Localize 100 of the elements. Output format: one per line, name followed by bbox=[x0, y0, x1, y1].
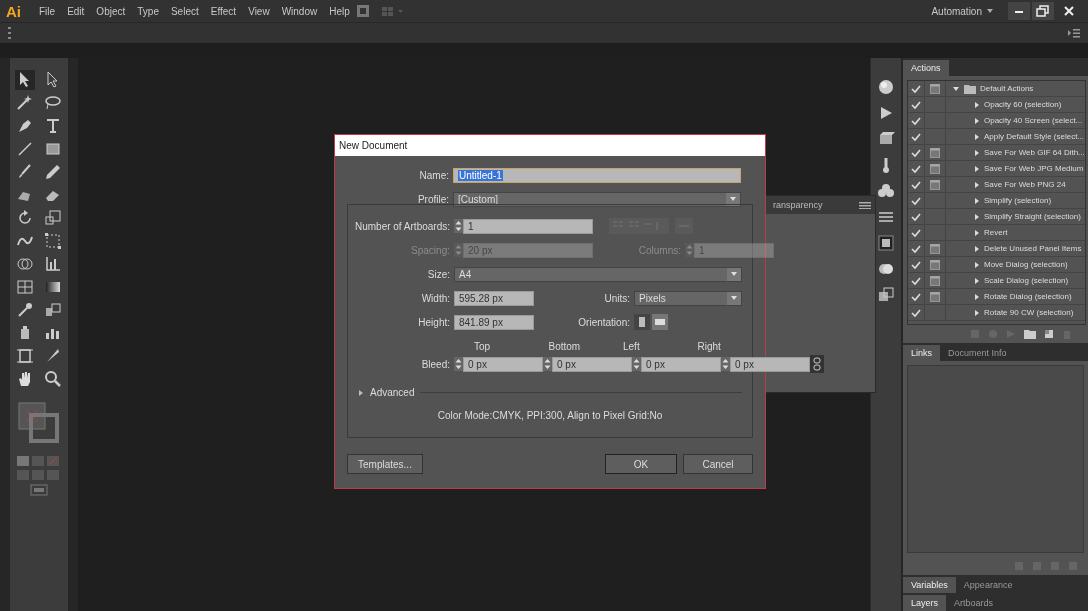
action-row[interactable]: Default Actions bbox=[908, 81, 1085, 97]
check-icon[interactable] bbox=[911, 147, 921, 158]
dialog-icon[interactable] bbox=[930, 291, 940, 302]
action-row[interactable]: Apply Default Style (select... bbox=[908, 129, 1085, 145]
zoom-icon[interactable] bbox=[43, 369, 63, 389]
check-icon[interactable] bbox=[911, 307, 921, 318]
check-icon[interactable] bbox=[911, 259, 921, 270]
club-icon[interactable] bbox=[877, 182, 895, 200]
check-icon[interactable] bbox=[911, 99, 921, 110]
minimize-button[interactable] bbox=[1008, 2, 1030, 20]
panel-tab[interactable]: Actions bbox=[903, 60, 949, 76]
check-icon[interactable] bbox=[911, 291, 921, 302]
menu-item[interactable]: Select bbox=[164, 5, 205, 17]
chain-link-icon[interactable] bbox=[810, 355, 824, 373]
sphere-icon[interactable] bbox=[877, 78, 895, 96]
artboards-field[interactable]: 1 bbox=[463, 218, 593, 234]
check-icon[interactable] bbox=[911, 243, 921, 254]
bleed-field[interactable]: 0 px bbox=[552, 356, 632, 372]
spinner-arrows-icon[interactable] bbox=[454, 219, 463, 233]
panel-menu-icon[interactable] bbox=[859, 201, 871, 209]
action-row[interactable]: Revert bbox=[908, 225, 1085, 241]
menu-item[interactable]: File bbox=[33, 5, 62, 17]
check-icon[interactable] bbox=[911, 83, 921, 94]
bleed-field[interactable]: 0 px bbox=[730, 356, 810, 372]
cancel-button[interactable]: Cancel bbox=[683, 454, 753, 474]
menu-item[interactable]: Effect bbox=[204, 5, 243, 17]
templates-button[interactable]: Templates... bbox=[347, 454, 423, 474]
action-row[interactable]: Save For Web PNG 24 bbox=[908, 177, 1085, 193]
bleed-field[interactable]: 0 px bbox=[641, 356, 721, 372]
disclosure-triangle-icon[interactable] bbox=[952, 84, 960, 93]
action-row[interactable]: Opacity 40 Screen (select... bbox=[908, 113, 1085, 129]
action-row[interactable]: Delete Unused Panel Items bbox=[908, 241, 1085, 257]
check-icon[interactable] bbox=[911, 163, 921, 174]
check-icon[interactable] bbox=[911, 179, 921, 190]
check-icon[interactable] bbox=[911, 195, 921, 206]
dialog-icon[interactable] bbox=[930, 243, 940, 254]
action-row[interactable]: Move Dialog (selection) bbox=[908, 257, 1085, 273]
menu-item[interactable]: Window bbox=[275, 5, 324, 17]
layered-squares-icon[interactable] bbox=[877, 286, 895, 304]
mesh-icon[interactable] bbox=[15, 277, 35, 297]
dialog-icon[interactable] bbox=[930, 163, 940, 174]
pencil-icon[interactable] bbox=[43, 162, 63, 182]
panel-tab[interactable]: Appearance bbox=[955, 577, 1021, 593]
menu-item[interactable]: Object bbox=[90, 5, 132, 17]
check-icon[interactable] bbox=[911, 211, 921, 222]
panel-tab[interactable]: Artboards bbox=[946, 595, 1002, 611]
free-transform-icon[interactable] bbox=[43, 231, 63, 251]
action-row[interactable]: Rotate 90 CW (selection) bbox=[908, 305, 1085, 321]
menu-item[interactable]: Help bbox=[323, 5, 356, 17]
scale-icon[interactable] bbox=[43, 208, 63, 228]
restore-button[interactable] bbox=[1032, 2, 1054, 20]
height-field[interactable]: 841.89 px bbox=[454, 314, 534, 330]
panel-menu-icon[interactable] bbox=[1068, 28, 1080, 38]
panel-tab[interactable]: Variables bbox=[903, 577, 956, 593]
panel-tab[interactable]: Document Info bbox=[940, 345, 1015, 361]
action-row[interactable]: Rotate Dialog (selection) bbox=[908, 289, 1085, 305]
artboard-icon[interactable] bbox=[15, 346, 35, 366]
action-row[interactable]: Save For Web GIF 64 Dith... bbox=[908, 145, 1085, 161]
disclosure-triangle-icon[interactable] bbox=[358, 388, 364, 397]
action-row[interactable]: Scale Dialog (selection) bbox=[908, 273, 1085, 289]
grip-icon[interactable] bbox=[8, 27, 12, 39]
advanced-toggle[interactable]: Advanced bbox=[370, 387, 415, 398]
profile-dropdown[interactable]: [Custom] bbox=[453, 191, 741, 207]
action-row[interactable]: Simplify Straight (selection) bbox=[908, 209, 1085, 225]
new-set-folder-icon[interactable] bbox=[1024, 329, 1036, 339]
check-icon[interactable] bbox=[911, 131, 921, 142]
portrait-orientation-button[interactable] bbox=[634, 314, 650, 330]
color-mode-icon[interactable] bbox=[16, 455, 62, 467]
workspace-switcher[interactable]: Automation bbox=[931, 5, 994, 17]
check-icon[interactable] bbox=[911, 275, 921, 286]
spinner-arrows-icon[interactable] bbox=[543, 357, 552, 371]
dialog-icon[interactable] bbox=[930, 83, 940, 94]
panel-tab[interactable]: Links bbox=[903, 345, 940, 361]
spinner-arrows-icon[interactable] bbox=[721, 357, 730, 371]
bridge-icon[interactable] bbox=[355, 4, 370, 18]
size-dropdown[interactable]: A4 bbox=[454, 266, 742, 282]
width-field[interactable]: 595.28 px bbox=[454, 290, 534, 306]
check-icon[interactable] bbox=[911, 227, 921, 238]
units-dropdown[interactable]: Pixels bbox=[634, 290, 742, 306]
dialog-icon[interactable] bbox=[930, 179, 940, 190]
graph-icon[interactable] bbox=[43, 254, 63, 274]
dialog-icon[interactable] bbox=[930, 259, 940, 270]
menu-item[interactable]: View bbox=[242, 5, 276, 17]
menu-item[interactable]: Edit bbox=[61, 5, 91, 17]
ok-button[interactable]: OK bbox=[605, 454, 677, 474]
spinner-arrows-icon[interactable] bbox=[632, 357, 641, 371]
name-field[interactable]: Untitled-1 bbox=[453, 167, 741, 183]
new-action-icon[interactable] bbox=[1044, 329, 1054, 339]
action-row[interactable]: Opacity 60 (selection) bbox=[908, 97, 1085, 113]
bleed-field[interactable]: 0 px bbox=[463, 356, 543, 372]
check-icon[interactable] bbox=[911, 115, 921, 126]
dialog-icon[interactable] bbox=[930, 275, 940, 286]
spinner-arrows-icon[interactable] bbox=[454, 357, 463, 371]
screen-mode-icon[interactable] bbox=[29, 483, 49, 497]
action-row[interactable]: Simplify (selection) bbox=[908, 193, 1085, 209]
dialog-icon[interactable] bbox=[930, 147, 940, 158]
gradient-swatch-icon[interactable] bbox=[877, 234, 895, 252]
action-row[interactable]: Save For Web JPG Medium bbox=[908, 161, 1085, 177]
fill-stroke-icon[interactable] bbox=[17, 401, 61, 445]
menu-item[interactable]: Type bbox=[131, 5, 165, 17]
